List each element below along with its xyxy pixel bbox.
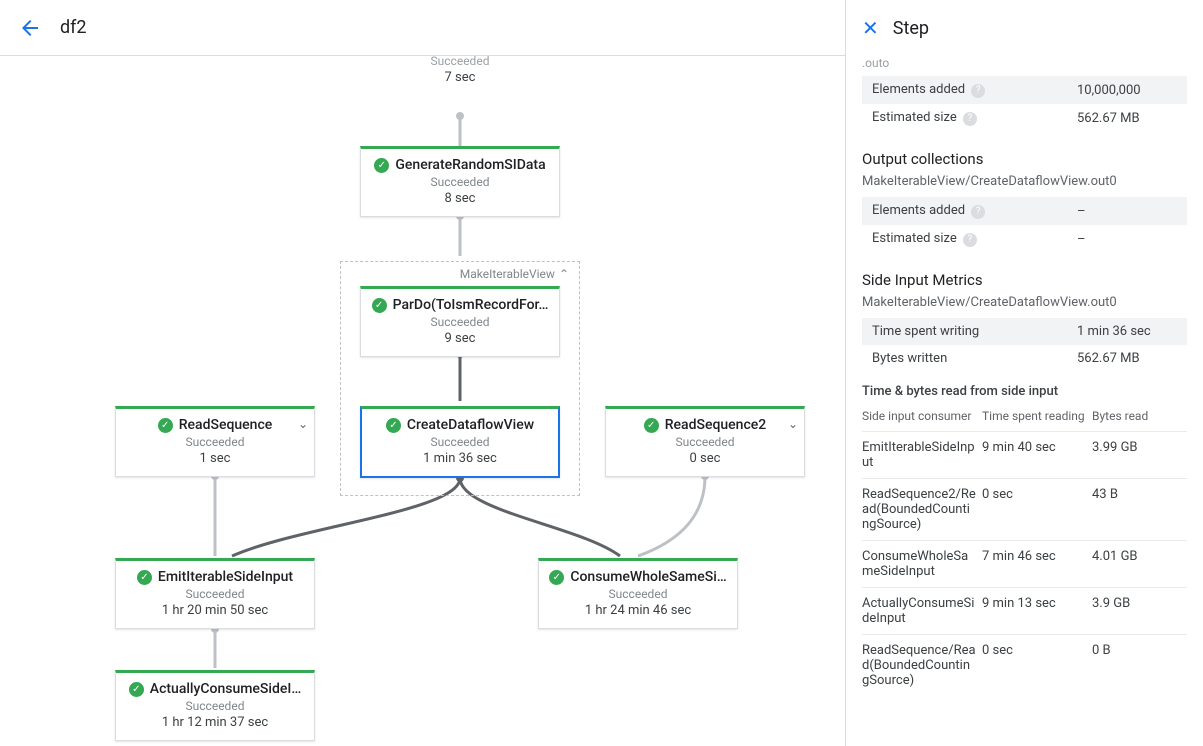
table-row: ReadSequence2/Read(BoundedCountingSource… bbox=[862, 479, 1187, 541]
success-icon: ✓ bbox=[129, 682, 144, 697]
node-emit-iterable[interactable]: ✓EmitIterableSideInput Succeeded 1 hr 20… bbox=[115, 558, 315, 629]
table-row: ConsumeWholeSameSideInput7 min 46 sec4.0… bbox=[862, 541, 1187, 588]
group-label[interactable]: MakeIterableView ⌃ bbox=[460, 267, 569, 281]
read-table-heading: Time & bytes read from side input bbox=[862, 384, 1187, 399]
chevron-up-icon[interactable]: ⌃ bbox=[559, 267, 569, 281]
node-read-sequence[interactable]: ⌄ ✓ReadSequence Succeeded 1 sec bbox=[115, 406, 315, 477]
kv-bytes-written: Bytes written 562.67 MB bbox=[862, 345, 1187, 372]
node-actually-consume[interactable]: ✓ActuallyConsumeSideI… Succeeded 1 hr 12… bbox=[115, 670, 315, 741]
graph-canvas[interactable]: Succeeded 7 sec ✓GenerateRandomSIData Su… bbox=[0, 56, 845, 746]
col-time: Time spent reading bbox=[982, 405, 1092, 432]
col-bytes: Bytes read bbox=[1092, 405, 1187, 432]
cell-time: 0 sec bbox=[982, 635, 1092, 697]
cell-consumer: ActuallyConsumeSideInput bbox=[862, 588, 982, 635]
node-generate-random[interactable]: ✓GenerateRandomSIData Succeeded 8 sec bbox=[360, 146, 560, 217]
success-icon: ✓ bbox=[372, 298, 387, 313]
col-consumer: Side input consumer bbox=[862, 405, 982, 432]
success-icon: ✓ bbox=[137, 570, 152, 585]
success-icon: ✓ bbox=[158, 418, 173, 433]
panel-title: Step bbox=[893, 18, 929, 39]
table-row: ActuallyConsumeSideInput9 min 13 sec3.9 … bbox=[862, 588, 1187, 635]
cell-bytes: 0 B bbox=[1092, 635, 1187, 697]
cell-consumer: ConsumeWholeSameSideInput bbox=[862, 541, 982, 588]
back-arrow-icon[interactable] bbox=[18, 16, 42, 40]
chevron-down-icon[interactable]: ⌄ bbox=[298, 417, 308, 431]
cell-time: 9 min 40 sec bbox=[982, 432, 1092, 479]
node-partial-top: Succeeded 7 sec bbox=[360, 56, 560, 85]
help-icon[interactable]: ? bbox=[971, 205, 985, 219]
node-read-sequence-2[interactable]: ⌄ ✓ReadSequence2 Succeeded 0 sec bbox=[605, 406, 805, 477]
panel-header: ✕ Step bbox=[846, 0, 1203, 56]
side-input-name: MakeIterableView/CreateDataflowView.out0 bbox=[862, 295, 1187, 310]
success-icon: ✓ bbox=[374, 158, 389, 173]
cell-bytes: 43 B bbox=[1092, 479, 1187, 541]
output-collections-heading: Output collections bbox=[862, 150, 1187, 168]
cell-consumer: ReadSequence2/Read(BoundedCountingSource… bbox=[862, 479, 982, 541]
help-icon[interactable]: ? bbox=[971, 84, 985, 98]
node-consume-whole[interactable]: ✓ConsumeWholeSameSi… Succeeded 1 hr 24 m… bbox=[538, 558, 738, 629]
close-icon[interactable]: ✕ bbox=[862, 18, 879, 38]
truncated-text: .outo bbox=[862, 56, 1187, 76]
success-icon: ✓ bbox=[549, 570, 564, 585]
node-pardo[interactable]: ✓ParDo(ToIsmRecordFor… Succeeded 9 sec bbox=[360, 286, 560, 357]
help-icon[interactable]: ? bbox=[963, 112, 977, 126]
help-icon[interactable]: ? bbox=[963, 233, 977, 247]
table-row: EmitIterableSideInput9 min 40 sec3.99 GB bbox=[862, 432, 1187, 479]
cell-consumer: ReadSequence/Read(BoundedCountingSource) bbox=[862, 635, 982, 697]
cell-bytes: 4.01 GB bbox=[1092, 541, 1187, 588]
kv-out-elements-added: Elements added? – bbox=[862, 197, 1187, 225]
success-icon: ✓ bbox=[386, 418, 401, 433]
side-input-heading: Side Input Metrics bbox=[862, 271, 1187, 289]
side-input-read-table: Side input consumer Time spent reading B… bbox=[862, 405, 1187, 696]
cell-time: 7 min 46 sec bbox=[982, 541, 1092, 588]
node-create-dataflow-view[interactable]: ✓CreateDataflowView Succeeded 1 min 36 s… bbox=[360, 406, 560, 478]
cell-time: 0 sec bbox=[982, 479, 1092, 541]
kv-elements-added: Elements added? 10,000,000 bbox=[862, 76, 1187, 104]
cell-bytes: 3.9 GB bbox=[1092, 588, 1187, 635]
cell-consumer: EmitIterableSideInput bbox=[862, 432, 982, 479]
cell-time: 9 min 13 sec bbox=[982, 588, 1092, 635]
panel-body[interactable]: .outo Elements added? 10,000,000 Estimat… bbox=[846, 56, 1203, 746]
kv-estimated-size: Estimated size? 562.67 MB bbox=[862, 104, 1187, 132]
cell-bytes: 3.99 GB bbox=[1092, 432, 1187, 479]
table-row: ReadSequence/Read(BoundedCountingSource)… bbox=[862, 635, 1187, 697]
success-icon: ✓ bbox=[644, 418, 659, 433]
step-details-panel: ✕ Step .outo Elements added? 10,000,000 … bbox=[845, 0, 1203, 746]
output-collection-name: MakeIterableView/CreateDataflowView.out0 bbox=[862, 174, 1187, 189]
chevron-down-icon[interactable]: ⌄ bbox=[788, 417, 798, 431]
kv-out-estimated-size: Estimated size? – bbox=[862, 225, 1187, 253]
job-title: df2 bbox=[60, 17, 87, 38]
kv-time-writing: Time spent writing 1 min 36 sec bbox=[862, 318, 1187, 345]
